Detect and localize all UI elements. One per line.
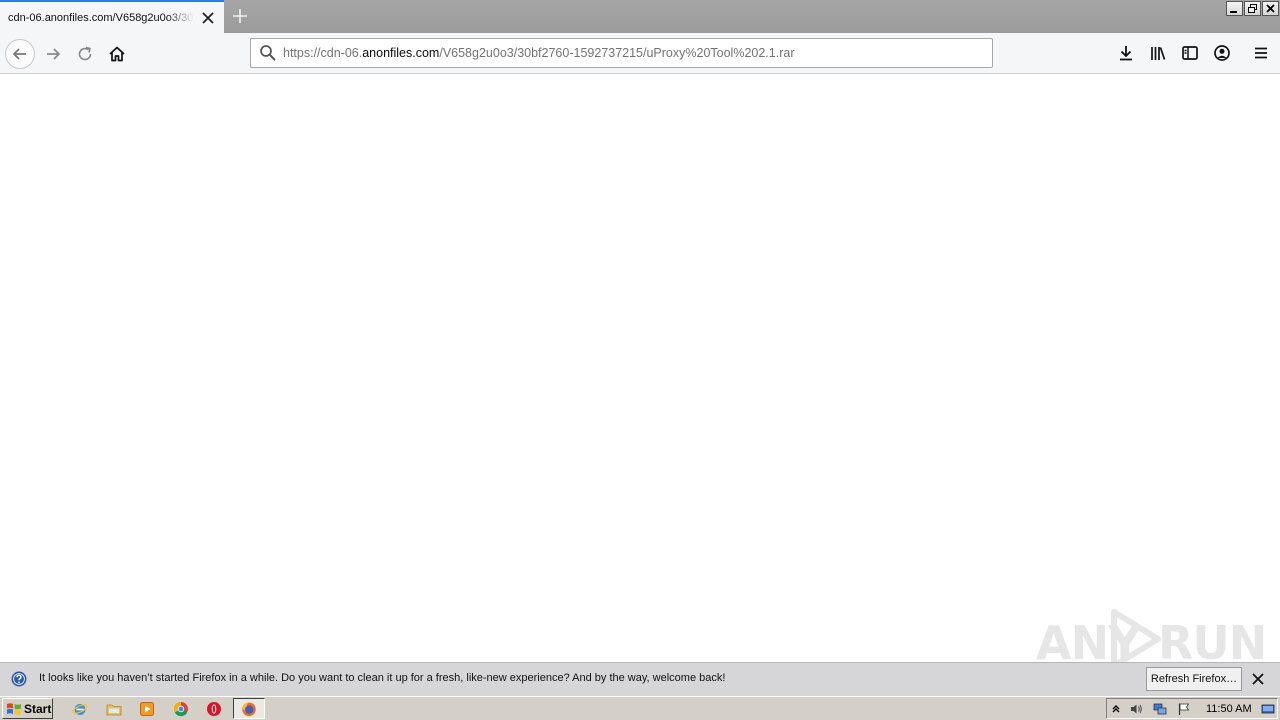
address-bar[interactable]: https://cdn-06.anonfiles.com/V658g2u0o3/… [250, 38, 993, 68]
firefox-icon [242, 702, 256, 716]
speaker-icon [1131, 704, 1142, 714]
notification-message: It looks like you haven’t started Firefo… [39, 672, 726, 684]
restore-button[interactable] [1244, 1, 1261, 16]
opera-icon [207, 702, 221, 716]
taskbar-media-player[interactable] [137, 699, 157, 719]
network-button[interactable] [1152, 701, 1168, 717]
close-notification-icon[interactable] [1251, 672, 1265, 686]
url-prefix: https://cdn-06. [283, 46, 363, 60]
restore-icon [1248, 4, 1257, 13]
action-center-button[interactable] [1176, 701, 1192, 717]
taskbar-opera[interactable] [204, 699, 224, 719]
forward-arrow-icon [47, 48, 61, 60]
browser-tab[interactable]: cdn-06.anonfiles.com/V658g2u0o3/30bf2760… [0, 0, 224, 33]
internet-explorer-icon [72, 704, 88, 715]
close-tab-icon[interactable] [201, 11, 215, 25]
hamburger-menu-icon [1255, 47, 1267, 59]
close-icon [1266, 4, 1275, 13]
notification-bar: It looks like you haven’t started Firefo… [0, 662, 1280, 696]
start-label: Start [24, 701, 52, 716]
window-controls [1226, 1, 1279, 16]
search-icon [260, 45, 276, 61]
forward-button[interactable] [38, 39, 68, 69]
home-icon [109, 46, 125, 62]
url-path: /V658g2u0o3/30bf2760-1592737215/uProxy%2… [439, 46, 795, 60]
reload-button[interactable] [70, 39, 100, 69]
windows-logo-icon [7, 702, 21, 715]
home-button[interactable] [102, 39, 132, 69]
anyrun-watermark: ANY RUN [1036, 606, 1267, 670]
downloads-button[interactable] [1114, 41, 1138, 65]
taskbar-firefox[interactable] [233, 698, 265, 719]
url-text[interactable]: https://cdn-06.anonfiles.com/V658g2u0o3/… [283, 46, 794, 60]
download-icon [1120, 46, 1132, 61]
clock[interactable]: 11:50 AM [1206, 703, 1252, 715]
minimize-button[interactable] [1226, 1, 1243, 16]
close-window-button[interactable] [1262, 1, 1279, 16]
back-button[interactable] [5, 39, 35, 69]
play-icon [1111, 609, 1161, 669]
network-icon [1153, 703, 1167, 715]
sidebar-button[interactable] [1178, 41, 1202, 65]
taskbar-chrome[interactable] [171, 699, 191, 719]
navigation-toolbar: https://cdn-06.anonfiles.com/V658g2u0o3/… [0, 33, 1280, 74]
help-icon [11, 671, 27, 687]
file-explorer-icon [106, 704, 122, 716]
minimize-icon [1230, 11, 1237, 13]
reload-icon [78, 46, 92, 61]
media-player-icon [140, 702, 154, 716]
chrome-icon [173, 701, 188, 717]
tab-title: cdn-06.anonfiles.com/V658g2u0o3/30bf2760… [8, 11, 194, 24]
new-tab-icon[interactable] [232, 8, 248, 24]
system-tray: 11:50 AM [1106, 698, 1278, 719]
menu-button[interactable] [1249, 41, 1273, 65]
show-desktop-button[interactable] [1260, 701, 1276, 717]
windows-taskbar: Start 11:50 AM [0, 696, 1280, 720]
library-icon [1151, 47, 1166, 60]
taskbar-internet-explorer[interactable] [70, 699, 90, 719]
chevron-up-icon [1112, 705, 1120, 713]
page-content [0, 74, 1280, 662]
url-host: anonfiles.com [362, 46, 440, 60]
show-hidden-icons-button[interactable] [1108, 701, 1124, 717]
account-icon [1214, 45, 1230, 61]
library-button[interactable] [1146, 41, 1170, 65]
start-button[interactable]: Start [2, 698, 53, 719]
tab-strip: cdn-06.anonfiles.com/V658g2u0o3/30bf2760… [0, 0, 1280, 33]
refresh-firefox-button[interactable]: Refresh Firefox… [1146, 667, 1242, 691]
taskbar-file-explorer[interactable] [104, 699, 124, 719]
volume-button[interactable] [1128, 701, 1144, 717]
flag-icon [1178, 703, 1190, 715]
sidebar-icon [1182, 46, 1198, 60]
account-button[interactable] [1210, 41, 1234, 65]
desktop-icon [1261, 704, 1275, 714]
back-arrow-icon [12, 48, 26, 60]
